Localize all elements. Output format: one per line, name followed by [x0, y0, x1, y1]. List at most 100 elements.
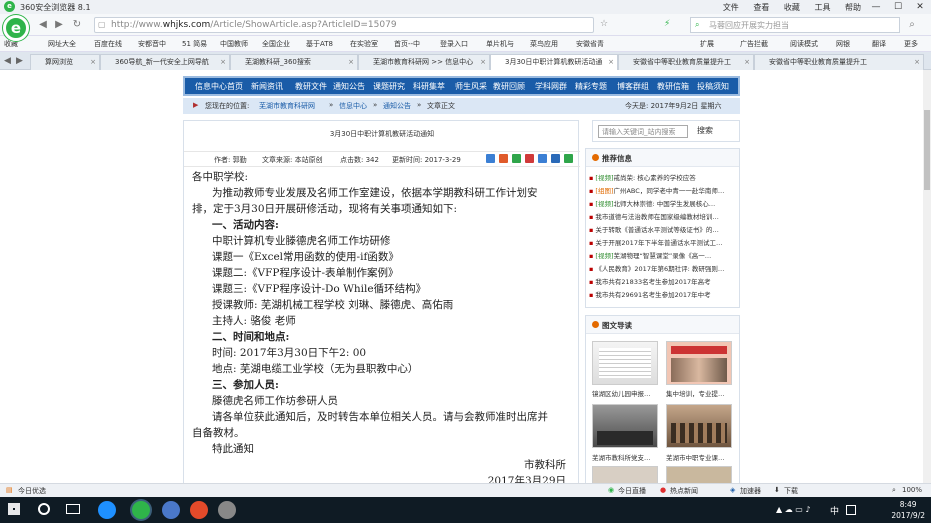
more-button[interactable]: 更多	[904, 39, 918, 49]
today-live[interactable]: 今日直播	[618, 486, 646, 496]
share-print-icon[interactable]	[551, 154, 560, 163]
tab-active[interactable]: 3月30日中职计算机教研活动通 ×	[490, 54, 618, 70]
tab[interactable]: 芜湖教科研_360搜索 ×	[230, 54, 358, 70]
today-picks[interactable]: 今日优选	[18, 486, 46, 496]
back-icon[interactable]: ◀	[36, 18, 50, 32]
menu-help[interactable]: 帮助	[845, 3, 861, 12]
qq-icon[interactable]	[190, 501, 208, 519]
close-tab-icon[interactable]: ×	[348, 55, 354, 70]
fav-item[interactable]: 菜鸟应用	[530, 39, 558, 49]
extensions-button[interactable]: 扩展	[700, 39, 714, 49]
fav-item[interactable]: 安徽省青	[576, 39, 604, 49]
clock[interactable]: 8:49 2017/9/2	[891, 499, 925, 521]
list-item[interactable]: 《人民教育》2017年第6期社评: 教研强则…	[589, 263, 737, 273]
ebank-button[interactable]: 网银	[836, 39, 850, 49]
share-icon[interactable]	[486, 154, 495, 163]
tab[interactable]: 360导航_新一代安全上网导航 ×	[100, 54, 230, 70]
gallery-caption[interactable]: 芜湖市中职专业课…	[666, 452, 732, 462]
tab[interactable]: 算网浏览 ×	[30, 54, 100, 70]
list-item[interactable]: 我市共有29691名考生参加2017年中考	[589, 289, 737, 299]
nav-item[interactable]: 教研回顾	[493, 81, 525, 92]
refresh-icon[interactable]: ↻	[70, 18, 84, 32]
menu-file[interactable]: 文件	[723, 3, 739, 12]
tray-icons[interactable]: ▲ ☁ ▭ ♪	[776, 505, 810, 514]
zoom-level[interactable]: 100%	[902, 486, 922, 494]
task-view-icon[interactable]	[66, 504, 80, 514]
edge-icon[interactable]	[98, 501, 116, 519]
gallery-caption[interactable]: 镜湖区幼儿园申报…	[592, 388, 658, 398]
nav-item[interactable]: 通知公告	[333, 81, 365, 92]
list-item[interactable]: [视频]北师大林崇德: 中国学生发展核心…	[589, 198, 737, 208]
fav-item[interactable]: 51 简易	[182, 39, 207, 49]
gallery-thumbnail[interactable]	[592, 466, 658, 483]
gallery-thumbnail[interactable]	[592, 341, 658, 385]
crumb-link[interactable]: 芜湖市教育科研网	[259, 101, 315, 111]
menu-tools[interactable]: 工具	[814, 3, 830, 12]
nav-item[interactable]: 投稿须知	[697, 81, 729, 92]
search-input[interactable]: ⌕ 马蓉回应开展实力担当	[690, 17, 900, 33]
fav-item[interactable]: 单片机与	[486, 39, 514, 49]
share-weibo-icon[interactable]	[499, 154, 508, 163]
nav-item[interactable]: 精彩专题	[575, 81, 607, 92]
scrollbar-thumb[interactable]	[924, 110, 930, 190]
nav-item[interactable]: 课题研究	[373, 81, 405, 92]
browser-logo-icon[interactable]: e	[3, 15, 29, 41]
hot-news[interactable]: 热点新闻	[670, 486, 698, 496]
list-item[interactable]: 我市共有21833名考生参加2017年高考	[589, 276, 737, 286]
close-tab-icon[interactable]: ×	[480, 55, 486, 70]
close-tab-icon[interactable]: ×	[90, 55, 96, 70]
star-icon[interactable]: ☆	[600, 19, 608, 29]
list-item[interactable]: [视频]芜湖物理“智慧课堂”录像《高一…	[589, 250, 737, 260]
list-item[interactable]: [组图]广州ABC，同学老中青一一赴华南师…	[589, 185, 737, 195]
download[interactable]: 下载	[784, 486, 798, 496]
fav-item[interactable]: 百度在线	[94, 39, 122, 49]
nav-item[interactable]: 信息中心首页	[195, 81, 243, 92]
tab[interactable]: 安徽省中等职业教育质量提升工 ×	[754, 54, 924, 70]
adblock-button[interactable]: 广告拦截	[740, 39, 768, 49]
gallery-thumbnail[interactable]	[592, 404, 658, 448]
minimize-button[interactable]: —	[865, 0, 887, 14]
search-go-icon[interactable]: ⌕	[905, 18, 919, 32]
list-item[interactable]: [视频]戒尚荣: 核心素养的学校应答	[589, 172, 737, 182]
gallery-thumbnail[interactable]	[666, 404, 732, 448]
nav-item[interactable]: 新闻资讯	[251, 81, 283, 92]
nav-item[interactable]: 学科网群	[535, 81, 567, 92]
fav-item[interactable]: 在实验室	[350, 39, 378, 49]
close-tab-icon[interactable]: ×	[220, 55, 226, 70]
close-tab-icon[interactable]: ×	[744, 55, 750, 70]
speed-icon[interactable]: ⚡	[664, 19, 670, 29]
gallery-thumbnail[interactable]	[666, 341, 732, 385]
crumb-link[interactable]: 通知公告	[383, 101, 411, 111]
close-tab-icon[interactable]: ×	[914, 55, 920, 70]
cortana-icon[interactable]	[38, 503, 50, 515]
fav-item[interactable]: 登录入口	[440, 39, 468, 49]
site-search-button[interactable]: 搜索	[697, 125, 713, 136]
fav-item[interactable]: 首页--中	[394, 39, 420, 49]
translate-button[interactable]: 翻译	[872, 39, 886, 49]
ime-indicator[interactable]: 中	[830, 504, 839, 517]
accelerator[interactable]: 加速器	[740, 486, 761, 496]
fav-item[interactable]: 安都音中	[138, 39, 166, 49]
nav-item[interactable]: 教研文件	[295, 81, 327, 92]
browser-360-icon[interactable]	[132, 501, 150, 519]
reader-mode-button[interactable]: 阅读模式	[790, 39, 818, 49]
tab[interactable]: 芜湖市教育科研网 >> 信息中心 ×	[358, 54, 490, 70]
tab-nav-left-icon[interactable]: ◀	[4, 56, 11, 66]
app-icon[interactable]	[162, 501, 180, 519]
list-item[interactable]: 关于转歌《普通话水平测试等级证书》的…	[589, 224, 737, 234]
notification-icon[interactable]	[846, 505, 856, 515]
share-wechat-icon[interactable]	[512, 154, 521, 163]
nav-item[interactable]: 师生风采	[455, 81, 487, 92]
share-qzone-icon[interactable]	[525, 154, 534, 163]
app-icon[interactable]	[218, 501, 236, 519]
gallery-caption[interactable]: 芜湖市教科所党支…	[592, 452, 658, 462]
url-input[interactable]: ▢ http://www.whjks.com/Article/ShowArtic…	[94, 17, 594, 33]
nav-item[interactable]: 博客群组	[617, 81, 649, 92]
nav-item[interactable]: 科研集萃	[413, 81, 445, 92]
forward-icon[interactable]: ▶	[52, 18, 66, 32]
crumb-link[interactable]: 信息中心	[339, 101, 367, 111]
maximize-button[interactable]: ☐	[887, 0, 909, 14]
fav-item[interactable]: 基于AT8	[306, 39, 333, 49]
start-icon[interactable]	[8, 503, 20, 515]
menu-view[interactable]: 查看	[753, 3, 769, 12]
